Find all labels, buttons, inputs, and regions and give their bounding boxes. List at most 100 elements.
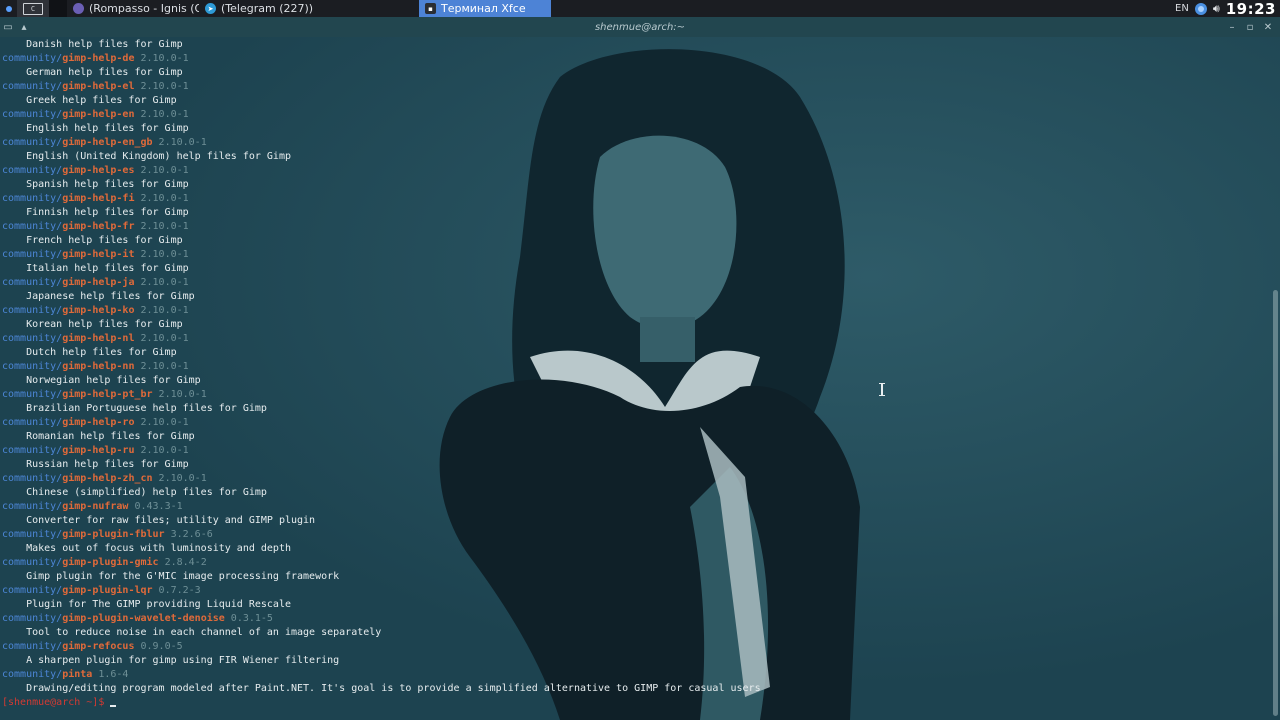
package-repo: community/ bbox=[2, 585, 63, 596]
package-description: Norwegian help files for Gimp bbox=[2, 375, 201, 386]
package-description-line: Brazilian Portuguese help files for Gimp bbox=[2, 402, 761, 416]
package-repo: community/ bbox=[2, 501, 63, 512]
package-name: gimp-help-ko bbox=[62, 305, 135, 316]
package-repo: community/ bbox=[2, 389, 63, 400]
package-version: 2.10.0-1 bbox=[134, 305, 189, 316]
package-description-line: Gimp plugin for the G'MIC image processi… bbox=[2, 570, 761, 584]
package-version: 0.9.0-5 bbox=[134, 641, 183, 652]
clock[interactable]: 19:23 bbox=[1226, 0, 1276, 18]
package-name: gimp-help-es bbox=[62, 165, 135, 176]
taskbar-item-terminal[interactable]: ▪ Терминал Xfce bbox=[419, 0, 551, 17]
package-version: 2.10.0-1 bbox=[134, 53, 189, 64]
package-version: 1.6-4 bbox=[92, 669, 129, 680]
window-titlebar[interactable]: ▭ ▴ shenmue@arch:~ – ▫ ✕ bbox=[0, 17, 1280, 37]
package-version: 2.10.0-1 bbox=[134, 193, 189, 204]
package-header-line: community/gimp-help-zh_cn 2.10.0-1 bbox=[2, 472, 761, 486]
package-description: Italian help files for Gimp bbox=[2, 263, 189, 274]
package-name: gimp-plugin-lqr bbox=[62, 585, 153, 596]
package-description: Brazilian Portuguese help files for Gimp bbox=[2, 403, 267, 414]
network-icon[interactable] bbox=[1194, 2, 1207, 15]
package-description-line: English (United Kingdom) help files for … bbox=[2, 150, 761, 164]
package-description: Tool to reduce noise in each channel of … bbox=[2, 627, 382, 638]
package-repo: community/ bbox=[2, 109, 63, 120]
package-description: French help files for Gimp bbox=[2, 235, 183, 246]
taskbar-item-firefox[interactable]: (Rompasso - Ignis (Offi... bbox=[67, 0, 199, 17]
package-description: Dutch help files for Gimp bbox=[2, 347, 177, 358]
package-repo: community/ bbox=[2, 669, 63, 680]
keyboard-layout-indicator[interactable]: EN bbox=[1175, 3, 1189, 14]
package-description: Plugin for The GIMP providing Liquid Res… bbox=[2, 599, 291, 610]
package-name: gimp-nufraw bbox=[62, 501, 129, 512]
package-description: English (United Kingdom) help files for … bbox=[2, 151, 291, 162]
maximize-icon[interactable]: ▫ bbox=[1242, 19, 1258, 35]
package-repo: community/ bbox=[2, 641, 63, 652]
package-header-line: community/pinta 1.6-4 bbox=[2, 668, 761, 682]
scrollbar-thumb[interactable] bbox=[1273, 290, 1278, 716]
package-header-line: community/gimp-plugin-lqr 0.7.2-3 bbox=[2, 584, 761, 598]
package-header-line: community/gimp-help-ro 2.10.0-1 bbox=[2, 416, 761, 430]
package-header-line: community/gimp-plugin-fblur 3.2.6-6 bbox=[2, 528, 761, 542]
package-description-line: Plugin for The GIMP providing Liquid Res… bbox=[2, 598, 761, 612]
package-description-line: English help files for Gimp bbox=[2, 122, 761, 136]
package-name: gimp-help-en bbox=[62, 109, 135, 120]
package-description: German help files for Gimp bbox=[2, 67, 183, 78]
prompt-line[interactable]: [shenmue@arch ~]$ bbox=[2, 696, 761, 710]
taskbar-item-telegram[interactable]: ➤ (Telegram (227)) bbox=[199, 0, 331, 17]
package-version: 0.7.2-3 bbox=[152, 585, 201, 596]
show-desktop-button[interactable]: C bbox=[17, 0, 49, 17]
package-version: 2.10.0-1 bbox=[152, 389, 207, 400]
package-repo: community/ bbox=[2, 333, 63, 344]
package-repo: community/ bbox=[2, 249, 63, 260]
package-header-line: community/gimp-help-fi 2.10.0-1 bbox=[2, 192, 761, 206]
applications-menu-button[interactable] bbox=[0, 0, 17, 17]
close-icon[interactable]: ✕ bbox=[1260, 19, 1276, 35]
package-description-line: French help files for Gimp bbox=[2, 234, 761, 248]
package-name: gimp-plugin-wavelet-denoise bbox=[62, 613, 225, 624]
telegram-icon: ➤ bbox=[205, 3, 216, 14]
package-header-line: community/gimp-help-nn 2.10.0-1 bbox=[2, 360, 761, 374]
package-version: 0.3.1-5 bbox=[224, 613, 273, 624]
package-header-line: community/gimp-help-nl 2.10.0-1 bbox=[2, 332, 761, 346]
package-description-line: Finnish help files for Gimp bbox=[2, 206, 761, 220]
package-description-line: German help files for Gimp bbox=[2, 66, 761, 80]
package-name: pinta bbox=[62, 669, 93, 680]
terminal-scrollbar[interactable] bbox=[1273, 38, 1278, 718]
package-version: 2.10.0-1 bbox=[134, 277, 189, 288]
window-title: shenmue@arch:~ bbox=[594, 21, 686, 33]
package-header-line: community/gimp-help-en_gb 2.10.0-1 bbox=[2, 136, 761, 150]
package-repo: community/ bbox=[2, 277, 63, 288]
package-description: Spanish help files for Gimp bbox=[2, 179, 189, 190]
package-name: gimp-help-ja bbox=[62, 277, 135, 288]
package-header-line: community/gimp-help-es 2.10.0-1 bbox=[2, 164, 761, 178]
package-version: 3.2.6-6 bbox=[164, 529, 213, 540]
package-description: Danish help files for Gimp bbox=[2, 39, 183, 50]
top-panel: C (Rompasso - Ignis (Offi... ➤ (Telegram… bbox=[0, 0, 1280, 18]
terminal-area[interactable]: Danish help files for Gimp community/gimp… bbox=[0, 37, 1280, 720]
package-repo: community/ bbox=[2, 473, 63, 484]
panel-separator bbox=[49, 0, 67, 17]
shade-icon[interactable]: ▴ bbox=[16, 19, 32, 35]
package-version: 2.10.0-1 bbox=[152, 473, 207, 484]
volume-icon[interactable]: 🔊︎ bbox=[1213, 2, 1220, 16]
package-version: 2.10.0-1 bbox=[152, 137, 207, 148]
package-repo: community/ bbox=[2, 165, 63, 176]
package-header-line: community/gimp-help-fr 2.10.0-1 bbox=[2, 220, 761, 234]
package-name: gimp-help-fi bbox=[62, 193, 135, 204]
package-repo: community/ bbox=[2, 53, 63, 64]
package-description-line: Russian help files for Gimp bbox=[2, 458, 761, 472]
package-repo: community/ bbox=[2, 417, 63, 428]
taskbar-item-label: (Rompasso - Ignis (Offi... bbox=[89, 2, 199, 15]
package-header-line: community/gimp-plugin-wavelet-denoise 0.… bbox=[2, 612, 761, 626]
package-version: 2.10.0-1 bbox=[134, 361, 189, 372]
package-version: 2.10.0-1 bbox=[134, 165, 189, 176]
package-name: gimp-plugin-fblur bbox=[62, 529, 165, 540]
package-header-line: community/gimp-help-ja 2.10.0-1 bbox=[2, 276, 761, 290]
package-description: Romanian help files for Gimp bbox=[2, 431, 195, 442]
package-repo: community/ bbox=[2, 221, 63, 232]
minimize-icon[interactable]: – bbox=[1224, 19, 1240, 35]
window-menu-icon[interactable]: ▭ bbox=[0, 19, 16, 35]
package-description-line: Drawing/editing program modeled after Pa… bbox=[2, 682, 761, 696]
package-description: Drawing/editing program modeled after Pa… bbox=[2, 683, 761, 694]
package-description-line: Spanish help files for Gimp bbox=[2, 178, 761, 192]
package-description-line: Korean help files for Gimp bbox=[2, 318, 761, 332]
